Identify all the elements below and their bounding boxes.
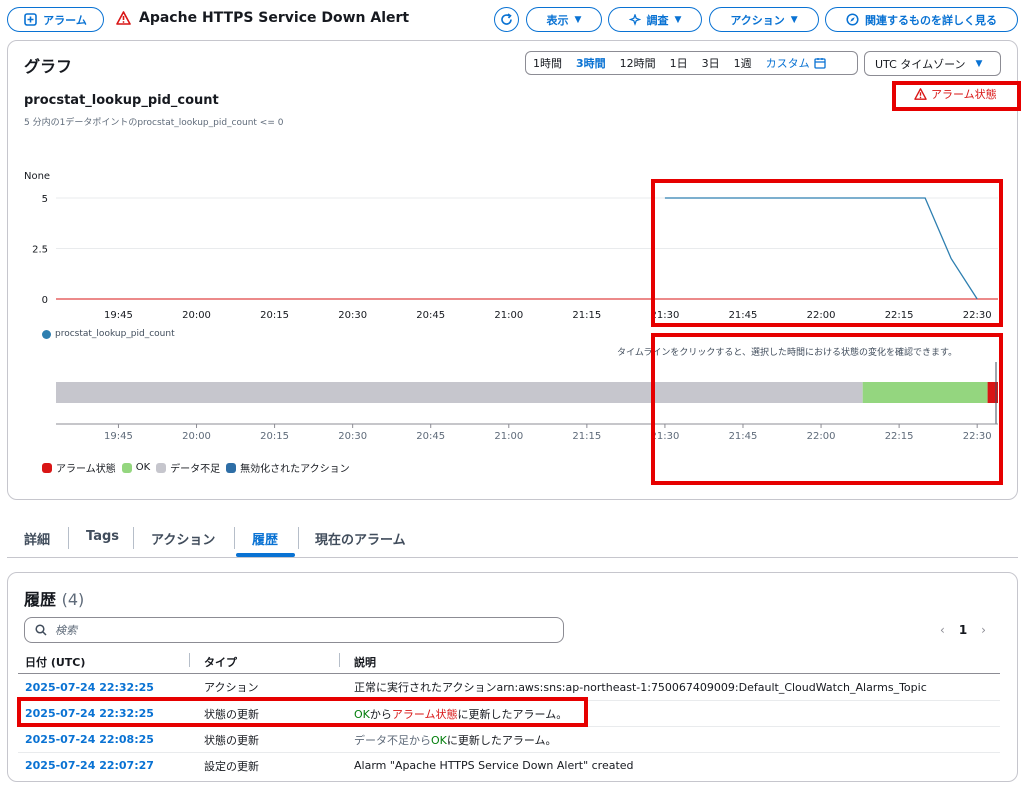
alarms-back-button[interactable]: アラーム (7, 7, 104, 32)
row-date-link[interactable]: 2025-07-24 22:07:27 (25, 759, 154, 772)
legend-disabled-actions: 無効化されたアクション (226, 460, 350, 475)
legend-ok: OK (121, 460, 151, 475)
range-1w[interactable]: 1週 (727, 55, 759, 71)
range-custom[interactable]: カスタム (759, 55, 814, 71)
series-swatch (42, 329, 51, 339)
caret-down-icon: ▼ (574, 14, 582, 25)
range-1h[interactable]: 1時間 (526, 55, 569, 71)
col-divider (339, 653, 340, 667)
legend-label: 無効化されたアクション (240, 464, 350, 475)
col-date[interactable]: 日付 (UTC) (25, 654, 85, 670)
actions-label: アクション (730, 13, 785, 27)
explore-related-label: 関連するものを詳しく見る (865, 13, 997, 27)
legend-alarm: アラーム状態 (42, 460, 116, 475)
refresh-button[interactable] (494, 7, 519, 32)
chevron-left-icon[interactable]: ‹ (940, 623, 945, 637)
series-legend-label: procstat_lookup_pid_count (55, 329, 175, 339)
investigate-label: 調査 (646, 13, 669, 27)
search-placeholder: 検索 (55, 624, 77, 637)
time-range-selector: 1時間 3時間 12時間 1日 3日 1週 カスタム (525, 51, 858, 75)
range-12h[interactable]: 12時間 (613, 55, 663, 71)
state-insufficient-text: データ不足から (354, 733, 431, 747)
alarm-condition: 5 分内の1データポイントのprocstat_lookup_pid_count … (24, 118, 284, 128)
legend-swatch (121, 462, 132, 473)
caret-down-icon: ▼ (790, 14, 798, 25)
tabs-baseline (7, 557, 1018, 558)
pagination: ‹ 1 › (940, 623, 986, 637)
compass-icon (846, 13, 859, 26)
row-description: 正常に実行されたアクションarn:aws:sns:ap-northeast-1:… (354, 681, 927, 694)
series-legend: procstat_lookup_pid_count (42, 329, 175, 339)
history-heading: 履歴 (4) (24, 586, 84, 610)
search-icon (35, 624, 47, 636)
row-type: アクション (204, 681, 259, 694)
chevron-right-icon[interactable]: › (981, 623, 986, 637)
caret-down-icon: ▼ (975, 58, 983, 69)
highlight-alarm-state (892, 81, 1021, 111)
sparkle-icon (628, 13, 641, 26)
range-3d[interactable]: 3日 (695, 55, 727, 71)
page-number[interactable]: 1 (959, 623, 967, 637)
timezone-select[interactable]: UTC タイムゾーン ▼ (864, 51, 1001, 76)
calendar-icon[interactable] (814, 57, 826, 69)
tab-details[interactable]: 詳細 (24, 529, 50, 548)
timezone-value: UTC タイムゾーン (875, 57, 966, 71)
legend-label: データ不足 (170, 464, 221, 475)
metric-name: procstat_lookup_pid_count (24, 93, 219, 108)
history-count: (4) (61, 590, 85, 609)
explore-related-button[interactable]: 関連するものを詳しく見る (825, 7, 1018, 32)
tab-actions[interactable]: アクション (151, 529, 215, 548)
view-label: 表示 (546, 13, 569, 27)
desc-text: に更新したアラーム。 (446, 733, 557, 747)
row-description: Alarm "Apache HTTPS Service Down Alert" … (354, 759, 634, 772)
caret-down-icon: ▼ (674, 14, 682, 25)
row-type: 状態の更新 (204, 733, 259, 747)
view-dropdown[interactable]: 表示 ▼ (526, 7, 602, 32)
range-1d[interactable]: 1日 (663, 55, 695, 71)
table-row: 2025-07-24 22:08:25 状態の更新 データ不足からOKに更新した… (18, 726, 1000, 752)
warning-icon (116, 11, 131, 25)
alarms-back-label: アラーム (43, 13, 87, 27)
tab-divider (68, 527, 69, 549)
history-table-header: 日付 (UTC) タイプ 説明 (18, 650, 1000, 674)
tab-divider (298, 527, 299, 549)
graph-heading: グラフ (24, 57, 73, 76)
page-title: Apache HTTPS Service Down Alert (116, 10, 409, 26)
investigate-dropdown[interactable]: 調査 ▼ (608, 7, 702, 32)
plus-square-icon (24, 13, 37, 26)
table-row: 2025-07-24 22:07:27 設定の更新 Alarm "Apache … (18, 752, 1000, 778)
legend-insufficient: データ不足 (156, 460, 220, 475)
tab-current-alarms[interactable]: 現在のアラーム (315, 529, 406, 548)
row-date-link[interactable]: 2025-07-24 22:32:25 (25, 681, 154, 694)
legend-label: OK (135, 462, 151, 473)
legend-label: アラーム状態 (56, 464, 116, 475)
refresh-icon (501, 13, 512, 25)
row-type: 設定の更新 (204, 759, 259, 773)
page-title-text: Apache HTTPS Service Down Alert (139, 10, 410, 26)
tab-divider (234, 527, 235, 549)
legend-swatch (42, 462, 52, 473)
highlight-history-row (17, 697, 588, 727)
legend-swatch (226, 462, 237, 473)
tab-divider (133, 527, 134, 549)
col-divider (189, 653, 190, 667)
col-description[interactable]: 説明 (354, 654, 376, 670)
state-ok-text: OK (431, 733, 447, 747)
history-title: 履歴 (24, 590, 57, 609)
actions-dropdown[interactable]: アクション ▼ (709, 7, 819, 32)
col-type[interactable]: タイプ (204, 654, 237, 670)
row-date-link[interactable]: 2025-07-24 22:08:25 (25, 733, 154, 746)
range-3h[interactable]: 3時間 (569, 55, 613, 71)
tab-tags[interactable]: Tags (86, 529, 119, 544)
legend-swatch (156, 462, 167, 473)
highlight-chart-area (651, 179, 1003, 327)
tab-history[interactable]: 履歴 (252, 529, 278, 548)
timeline-legend: アラーム状態 OK データ不足 無効化されたアクション (42, 460, 356, 475)
history-search-input[interactable]: 検索 (24, 617, 564, 643)
row-description: データ不足からOKに更新したアラーム。 (354, 732, 557, 748)
highlight-timeline-area (651, 333, 1003, 485)
